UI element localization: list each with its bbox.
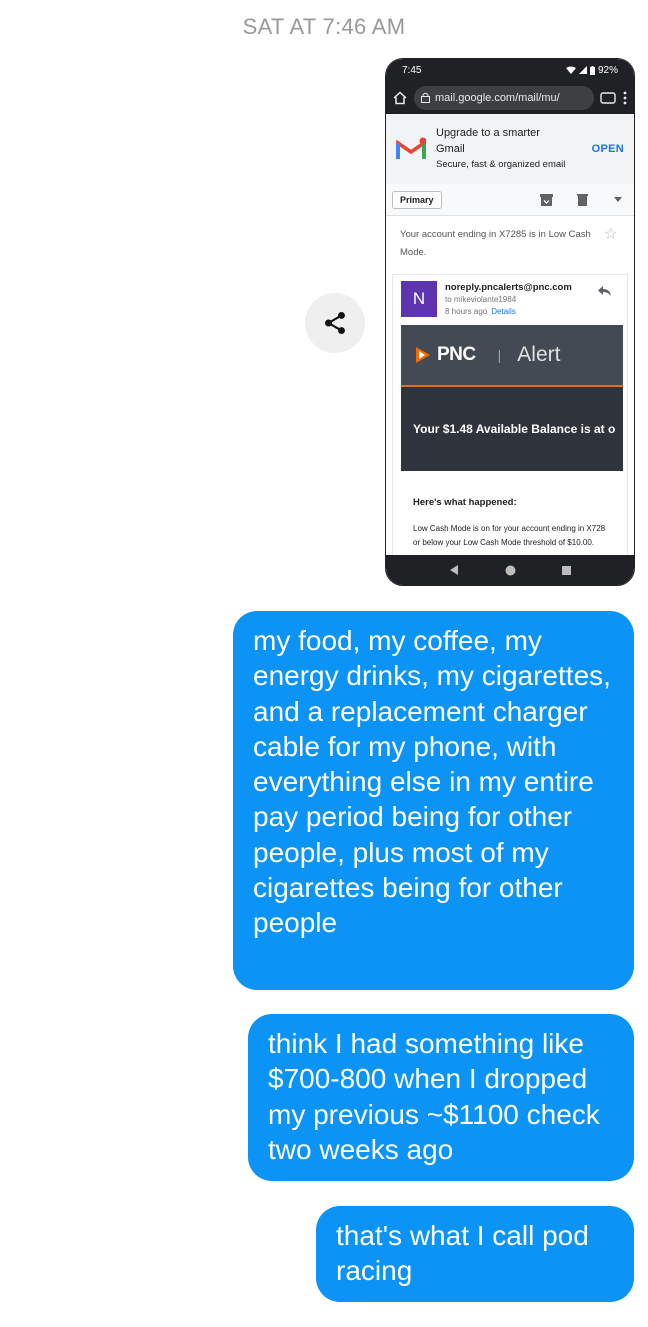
- primary-label-chip: Primary: [392, 190, 442, 209]
- sender-info: noreply.pncalerts@pnc.com to mikeviolant…: [445, 281, 572, 319]
- pnc-separator: |: [497, 347, 502, 363]
- what-happened-heading: Here's what happened:: [413, 497, 517, 508]
- sender-row: N noreply.pncalerts@pnc.com to mikeviola…: [393, 275, 627, 325]
- pnc-header: PNC | Alert: [401, 325, 623, 387]
- phone-status-bar: 7:45 92%: [386, 59, 634, 81]
- details-link: Details: [491, 307, 516, 316]
- mail-toolbar: Primary: [386, 184, 634, 216]
- pnc-logo: PNC: [413, 344, 476, 366]
- message-bubble[interactable]: my food, my coffee, my energy drinks, my…: [233, 611, 634, 990]
- email-message: N noreply.pncalerts@pnc.com to mikeviola…: [392, 274, 628, 559]
- banner-title-2: Gmail: [436, 143, 465, 155]
- tabs-icon: [600, 91, 616, 104]
- banner-subtitle: Secure, fast & organized email: [436, 159, 566, 170]
- battery-icon: [589, 65, 595, 75]
- home-icon: [393, 90, 407, 104]
- reply-icon: [598, 283, 611, 301]
- more-vert-icon: [623, 91, 627, 104]
- pnc-logo-text: PNC: [437, 344, 476, 365]
- wifi-icon: [565, 66, 576, 74]
- banner-title-1: Upgrade to a smarter: [436, 127, 540, 139]
- battery-percent: 92%: [597, 64, 618, 76]
- star-icon: ☆: [603, 226, 618, 243]
- sender-address: noreply.pncalerts@pnc.com: [445, 282, 572, 293]
- low-cash-line-1: Low Cash Mode is on for your account end…: [413, 524, 606, 533]
- url-text: mail.google.com/mail/mu/: [435, 91, 560, 104]
- received-time: 8 hours ago: [445, 307, 488, 316]
- share-button[interactable]: [305, 293, 365, 353]
- home-button-icon: [505, 565, 516, 575]
- archive-icon: [536, 193, 556, 206]
- recipient: to mikeviolante1984: [445, 295, 517, 304]
- sender-avatar: N: [401, 281, 437, 317]
- share-icon: [325, 311, 345, 335]
- message-timestamp: SAT AT 7:46 AM: [242, 14, 406, 39]
- lock-icon: [421, 92, 430, 103]
- banner-text: Upgrade to a smarter Gmail Secure, fast …: [436, 125, 582, 173]
- dropdown-arrow-icon: [608, 197, 628, 202]
- recents-icon: [562, 565, 571, 575]
- message-bubble[interactable]: that's what I call pod racing: [316, 1206, 634, 1302]
- open-gmail-link: OPEN: [591, 143, 624, 155]
- message-bubble[interactable]: think I had something like $700-800 when…: [248, 1014, 634, 1181]
- pnc-alert-email-body: PNC | Alert Your $1.48 Available Balance…: [401, 325, 623, 550]
- pnc-alert-label: Alert: [517, 343, 561, 366]
- balance-line: Your $1.48 Available Balance is at o: [401, 387, 623, 471]
- email-subject-text: Your account ending in X7285 is in Low C…: [400, 229, 591, 258]
- status-time: 7:45: [402, 64, 422, 76]
- browser-url-bar: mail.google.com/mail/mu/: [386, 81, 634, 114]
- pnc-logo-icon: [416, 347, 430, 363]
- back-icon: [450, 565, 458, 575]
- android-nav-bar: [386, 555, 634, 585]
- what-happened-section: Here's what happened: Low Cash Mode is o…: [401, 471, 623, 550]
- shared-screenshot[interactable]: 7:45 92% mail.google.com/mail/mu/ Upgrad…: [385, 58, 635, 586]
- address-field: mail.google.com/mail/mu/: [414, 85, 594, 110]
- delete-icon: [572, 193, 592, 206]
- email-subject: Your account ending in X7285 is in Low C…: [386, 216, 634, 274]
- gmail-logo-icon: [396, 137, 426, 159]
- low-cash-line-2: or below your Low Cash Mode threshold of…: [413, 538, 594, 547]
- signal-icon: [578, 66, 587, 74]
- gmail-upgrade-banner: Upgrade to a smarter Gmail Secure, fast …: [386, 114, 634, 184]
